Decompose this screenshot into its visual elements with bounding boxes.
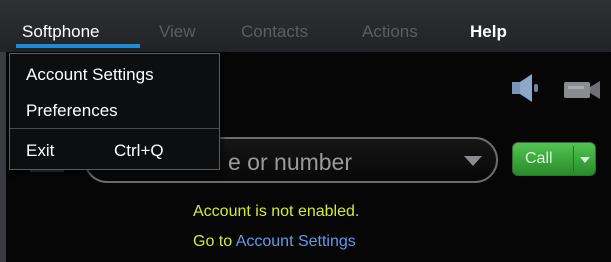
menu-view[interactable]: View xyxy=(159,22,196,42)
menu-item-account-settings[interactable]: Account Settings xyxy=(10,57,219,91)
softphone-dropdown-menu: Account Settings Preferences Exit Ctrl+Q xyxy=(9,53,220,170)
menu-actions[interactable]: Actions xyxy=(362,22,418,42)
menu-softphone[interactable]: Softphone xyxy=(22,22,100,42)
call-button-divider xyxy=(573,146,574,172)
call-options-chevron-icon[interactable] xyxy=(580,157,590,163)
menu-item-label: Exit xyxy=(26,141,55,160)
account-settings-link[interactable]: Account Settings xyxy=(236,233,356,250)
goto-line: Go to Account Settings xyxy=(193,233,356,251)
menu-contacts[interactable]: Contacts xyxy=(241,22,308,42)
left-border xyxy=(0,52,6,262)
menu-item-preferences[interactable]: Preferences xyxy=(10,93,219,127)
menu-item-label: Account Settings xyxy=(26,65,154,84)
menu-item-shortcut: Ctrl+Q xyxy=(114,141,164,160)
speaker-icon[interactable] xyxy=(510,72,542,109)
goto-prefix: Go to xyxy=(193,233,233,250)
softphone-window: Softphone View Contacts Actions Help e o… xyxy=(0,0,611,262)
menu-help[interactable]: Help xyxy=(470,22,507,42)
call-button[interactable]: Call xyxy=(512,142,596,176)
status-message: Account is not enabled. xyxy=(193,203,360,220)
call-button-label: Call xyxy=(525,150,553,167)
menu-item-exit[interactable]: Exit Ctrl+Q xyxy=(10,133,219,167)
menu-active-indicator xyxy=(16,44,140,48)
menu-bar: Softphone View Contacts Actions Help xyxy=(0,0,611,52)
menu-separator xyxy=(10,128,219,129)
menu-item-label: Preferences xyxy=(26,101,118,120)
camera-icon[interactable] xyxy=(562,76,602,109)
chevron-down-icon[interactable] xyxy=(464,156,482,166)
dial-placeholder: e or number xyxy=(228,149,353,175)
